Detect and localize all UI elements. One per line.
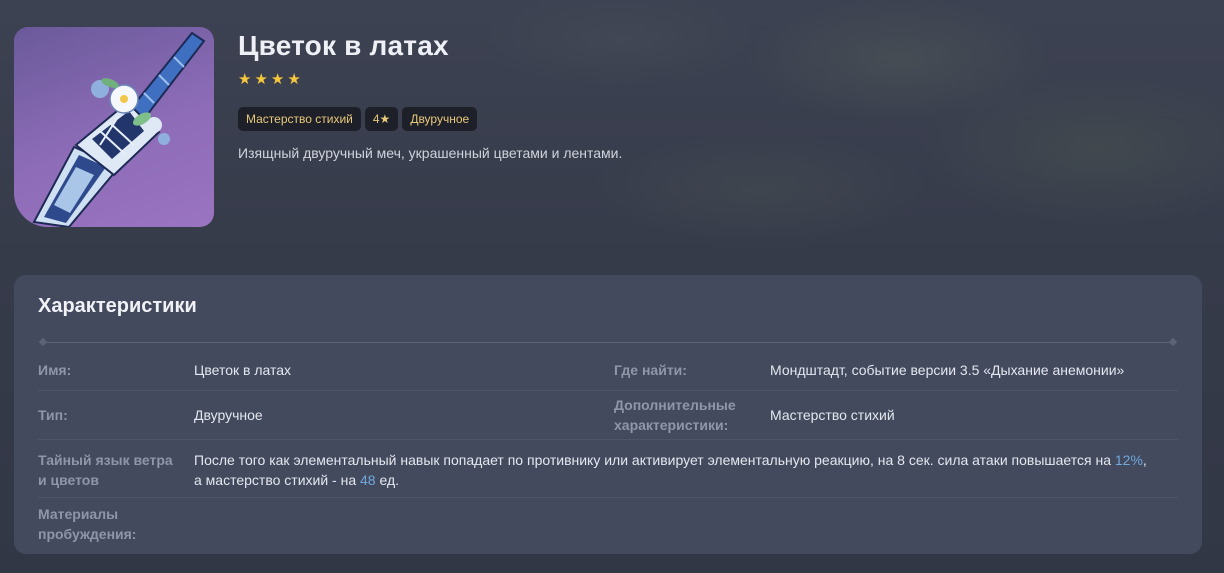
star-icon: ★ bbox=[287, 71, 301, 88]
tag-substat[interactable]: Мастерство стихий bbox=[238, 107, 361, 131]
star-icon: ★ bbox=[238, 71, 252, 88]
weapon-image bbox=[14, 27, 214, 227]
weapon-description: Изящный двуручный меч, украшенный цветам… bbox=[238, 145, 623, 161]
specs-panel: Характеристики Имя: Цветок в латах Где н… bbox=[14, 275, 1202, 554]
where-label: Где найти: bbox=[614, 362, 687, 378]
greatsword-icon bbox=[32, 31, 206, 227]
type-value: Двуручное bbox=[194, 407, 263, 423]
extra-stats-label: Дополнительные характеристики: bbox=[614, 397, 736, 433]
star-icon: ★ bbox=[254, 71, 268, 88]
row-divider bbox=[38, 497, 1178, 498]
name-value: Цветок в латах bbox=[194, 362, 292, 378]
ornament-divider bbox=[40, 342, 1176, 343]
passive-text: После того как элементальный навык попад… bbox=[194, 452, 1147, 488]
where-value: Мондштадт, событие версии 3.5 «Дыхание а… bbox=[770, 362, 1125, 378]
row-divider bbox=[38, 439, 1178, 440]
tag-rarity[interactable]: 4★ bbox=[364, 107, 399, 131]
rarity-stars: ★ ★ ★ ★ bbox=[238, 72, 301, 87]
weapon-title: Цветок в латах bbox=[238, 30, 449, 61]
weapon-tags: Мастерство стихий 4★ Двуручное bbox=[238, 107, 478, 131]
specs-title: Характеристики bbox=[38, 295, 197, 317]
row-divider bbox=[38, 390, 1178, 391]
extra-stats-value: Мастерство стихий bbox=[770, 407, 895, 423]
passive-em-value: 48 bbox=[360, 472, 376, 488]
tag-weapon-type[interactable]: Двуручное bbox=[402, 107, 478, 131]
star-icon: ★ bbox=[270, 71, 285, 88]
materials-label: Материалы пробуждения: bbox=[38, 506, 137, 542]
passive-atk-value: 12% bbox=[1114, 452, 1143, 468]
passive-label: Тайный язык ветра и цветов bbox=[38, 452, 173, 488]
name-label: Имя: bbox=[38, 362, 72, 378]
type-label: Тип: bbox=[38, 407, 68, 423]
